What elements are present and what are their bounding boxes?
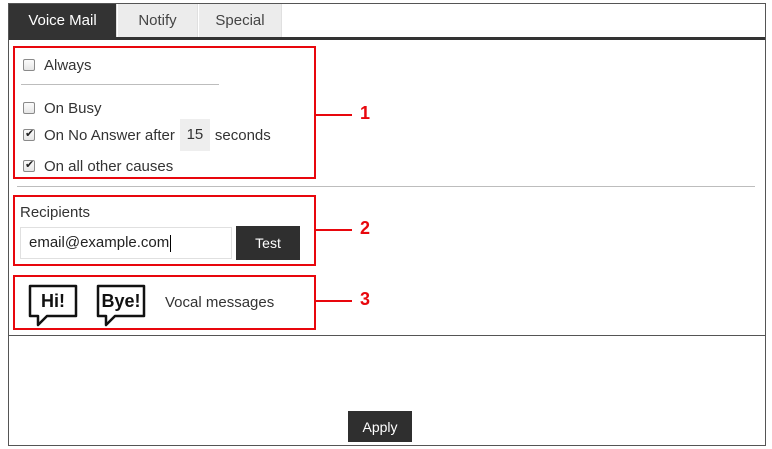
vocal-messages-label: Vocal messages bbox=[165, 294, 275, 311]
seconds-label: seconds bbox=[214, 126, 271, 144]
callout-line-1 bbox=[316, 114, 352, 116]
always-label: Always bbox=[44, 56, 92, 74]
callout-number-2: 2 bbox=[360, 218, 371, 238]
always-row: Always bbox=[23, 56, 92, 74]
tab-bar: Voice Mail Notify Special bbox=[9, 4, 765, 40]
other-causes-checkbox[interactable] bbox=[23, 158, 35, 172]
apply-button[interactable]: Apply bbox=[348, 411, 412, 442]
callout-number-3: 3 bbox=[360, 289, 371, 309]
other-causes-label: On all other causes bbox=[44, 157, 174, 175]
callout-number-1: 1 bbox=[360, 103, 371, 123]
no-answer-label: On No Answer after bbox=[44, 126, 175, 144]
callout-line-2 bbox=[316, 229, 352, 231]
tab-voice-mail[interactable]: Voice Mail bbox=[9, 4, 117, 37]
busy-row: On Busy bbox=[23, 99, 102, 117]
recipients-label: Recipients bbox=[20, 204, 91, 221]
text-caret bbox=[170, 234, 172, 252]
busy-checkbox[interactable] bbox=[23, 102, 35, 114]
other-causes-row: On all other causes bbox=[23, 157, 173, 175]
email-field[interactable]: email@example.com bbox=[20, 227, 232, 259]
hi-text: Hi! bbox=[41, 291, 65, 311]
no-answer-checkbox[interactable] bbox=[23, 127, 35, 141]
callout-line-3 bbox=[316, 300, 352, 302]
no-answer-seconds-input[interactable]: 15 bbox=[179, 119, 210, 151]
bye-text: Bye! bbox=[101, 291, 140, 311]
always-checkbox[interactable] bbox=[23, 59, 35, 71]
no-answer-row: On No Answer after 15 seconds bbox=[23, 119, 271, 151]
tab-special[interactable]: Special bbox=[199, 4, 282, 37]
bye-speech-bubble-icon[interactable]: Bye! bbox=[95, 283, 147, 327]
email-value: email@example.com bbox=[29, 234, 170, 251]
panel-divider bbox=[17, 186, 755, 187]
hi-speech-bubble-icon[interactable]: Hi! bbox=[27, 283, 79, 327]
section-divider bbox=[21, 84, 219, 85]
tab-notify[interactable]: Notify bbox=[118, 4, 198, 37]
test-button[interactable]: Test bbox=[236, 226, 300, 260]
busy-label: On Busy bbox=[44, 99, 102, 117]
